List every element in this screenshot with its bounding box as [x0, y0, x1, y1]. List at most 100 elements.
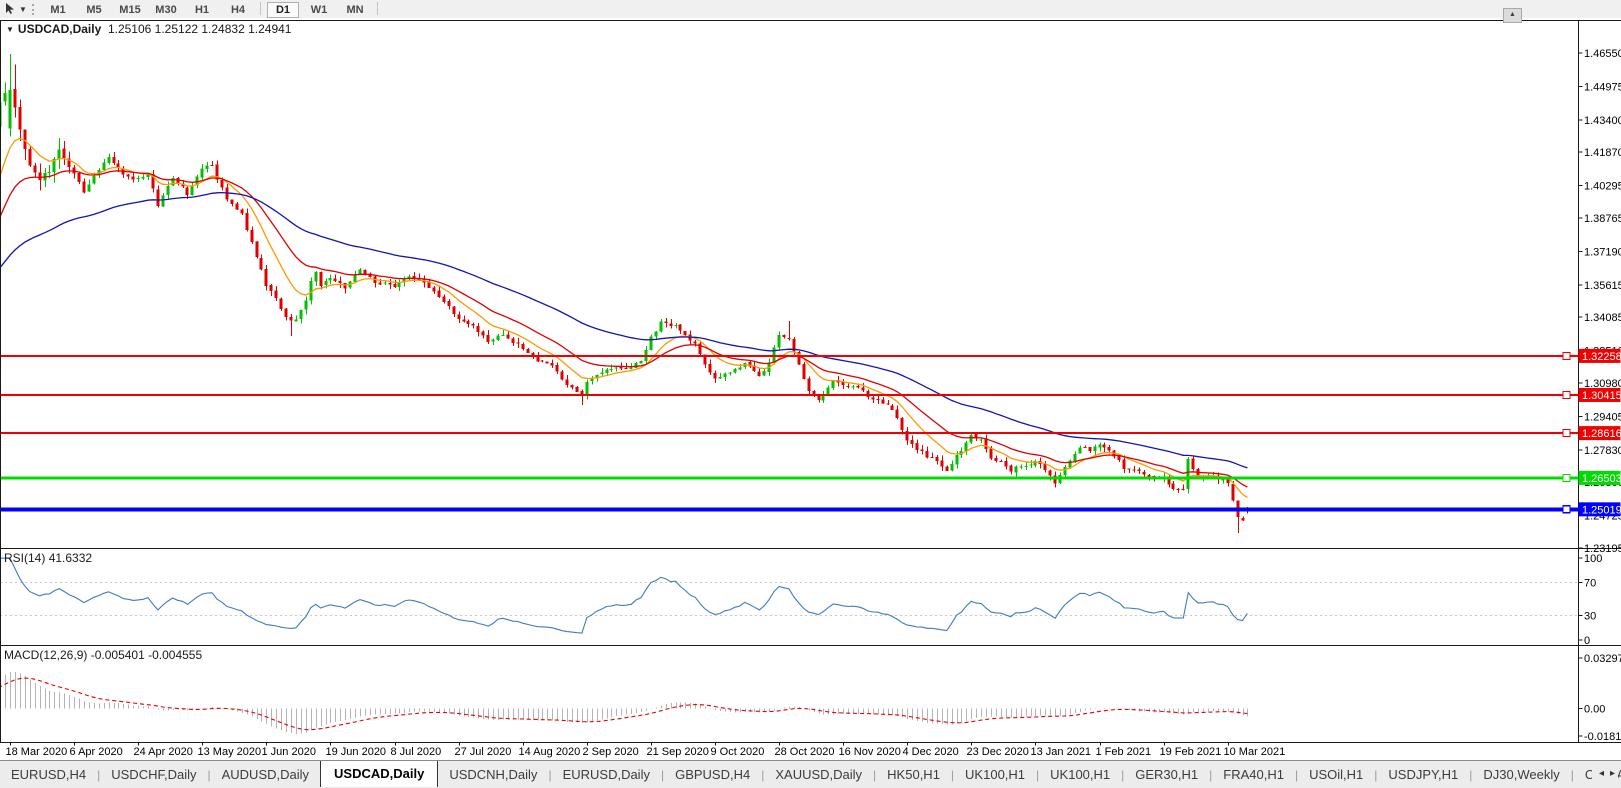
price-tags: 1.32258 1.30415 1.28616 1.26503 1.25019 — [1579, 349, 1621, 516]
timeframe-button-m15[interactable]: M15 — [114, 2, 146, 18]
date-tick-label: 19 Jun 2020 — [326, 746, 387, 758]
rsi-tick-label: 0 — [1584, 635, 1590, 647]
timeframe-button-w1[interactable]: W1 — [303, 2, 335, 18]
date-tick-label: 6 Apr 2020 — [70, 746, 123, 758]
chart-tab-usdcad-daily[interactable]: USDCAD,Daily — [320, 760, 438, 787]
collapse-triangle-icon[interactable]: ▼ — [6, 25, 14, 34]
price-tick-label: 1.40295 — [1584, 181, 1621, 193]
hline-handle-1.30415[interactable] — [1563, 391, 1570, 398]
chart-canvas[interactable]: 1.46550 1.44975 1.43400 1.41870 1.40295 1.387… — [0, 18, 1621, 760]
chart-tab-usoil-h1[interactable]: USOil,H1 — [1298, 762, 1374, 788]
date-tick-label: 28 Oct 2020 — [775, 746, 835, 758]
date-tick-label: 8 Jul 2020 — [391, 746, 442, 758]
macd-tick-label: 0.032972 — [1584, 653, 1621, 665]
chart-tab-ger30-h1[interactable]: GER30,H1 — [1124, 762, 1209, 788]
chart-tab-uk100-h1[interactable]: UK100,H1 — [1039, 762, 1121, 788]
price-tag-1.26503: 1.26503 — [1582, 473, 1621, 485]
toolbar-separator — [260, 2, 261, 15]
timeframe-button-m30[interactable]: M30 — [150, 2, 182, 18]
timeframe-button-mn[interactable]: MN — [339, 2, 371, 18]
chart-tabs-bar: EURUSD,H4|USDCHF,Daily|AUDUSD,DailyUSDCA… — [0, 760, 1621, 788]
hline-handle-1.26503[interactable] — [1563, 474, 1570, 481]
chart-tab-eurusd-daily[interactable]: EURUSD,Daily — [552, 762, 661, 788]
price-tick-label: 1.37190 — [1584, 246, 1621, 258]
date-tick-label: 4 Dec 2020 — [903, 746, 959, 758]
macd-indicator-label: MACD(12,26,9) -0.005401 -0.004555 — [4, 648, 202, 662]
toolbar-grip-handle[interactable] — [32, 4, 34, 15]
timeframe-button-h4[interactable]: H4 — [222, 2, 254, 18]
timeframe-button-d1[interactable]: D1 — [267, 2, 299, 18]
hline-handle-1.32258[interactable] — [1563, 352, 1570, 359]
cursor-arrow-icon — [5, 3, 16, 15]
horizontal-lines — [0, 352, 1579, 512]
rsi-name: RSI(14) — [4, 551, 45, 565]
timeframe-toolbar: ▼ M1M5M15M30H1H4 D1W1MN — [0, 0, 1621, 19]
date-tick-label: 13 Jan 2021 — [1031, 746, 1092, 758]
date-tick-label: 2 Sep 2020 — [583, 746, 639, 758]
chart-corner-button[interactable]: ▲ — [1503, 8, 1522, 23]
chart-tab-usdchf-daily[interactable]: USDCHF,Daily — [100, 762, 207, 788]
chart-tab-usdcnh-daily[interactable]: USDCNH,Daily — [438, 762, 548, 788]
price-tick-label: 1.38765 — [1584, 213, 1621, 225]
timeframe-button-m5[interactable]: M5 — [78, 2, 110, 18]
hline-handle-1.28616[interactable] — [1563, 430, 1570, 437]
price-tick-label: 1.43400 — [1584, 115, 1621, 127]
date-tick-label: 14 Aug 2020 — [519, 746, 581, 758]
price-tick-label: 1.46550 — [1584, 48, 1621, 60]
date-tick-label: 1 Jun 2020 — [262, 746, 316, 758]
chart-tab-audusd-daily[interactable]: AUDUSD,Daily — [211, 762, 320, 788]
candlestick-series — [0, 54, 1249, 533]
date-tick-label: 13 May 2020 — [198, 746, 262, 758]
price-tick-label: 1.29405 — [1584, 411, 1621, 423]
date-tick-label: 19 Feb 2021 — [1160, 746, 1222, 758]
date-tick-label: 16 Nov 2020 — [839, 746, 901, 758]
chart-tab-hk50-h1[interactable]: HK50,H1 — [876, 762, 951, 788]
chevron-down-icon[interactable]: ▼ — [18, 5, 28, 14]
rsi-line — [0, 558, 1247, 633]
rsi-axis[interactable]: 100 70 30 0 — [1579, 553, 1603, 647]
macd-axis[interactable]: 0.0329720.00-0.018154 — [1579, 653, 1621, 743]
chart-tab-uk100-h1[interactable]: UK100,H1 — [954, 762, 1036, 788]
price-tick-label: 1.41870 — [1584, 147, 1621, 159]
price-tag-1.30415: 1.30415 — [1582, 390, 1621, 402]
chart-window[interactable]: 1.46550 1.44975 1.43400 1.41870 1.40295 1.387… — [0, 18, 1621, 760]
rsi-tick-label: 100 — [1584, 553, 1602, 565]
chart-tab-dj30-weekly[interactable]: DJ30,Weekly — [1472, 762, 1570, 788]
tab-scroll-right-icon[interactable]: ▸ — [1610, 768, 1615, 779]
price-tick-label: 1.44975 — [1584, 81, 1621, 93]
macd-tick-label: 0.00 — [1584, 703, 1605, 715]
symbol-period-label: USDCAD,Daily — [18, 22, 101, 36]
price-tag-1.25019: 1.25019 — [1582, 504, 1621, 516]
chart-tab-xauusd-daily[interactable]: XAUUSD,Daily — [764, 762, 873, 788]
date-tick-label: 23 Dec 2020 — [967, 746, 1029, 758]
ma-21-line — [0, 171, 1247, 487]
price-tag-1.28616: 1.28616 — [1582, 428, 1621, 440]
date-tick-label: 9 Oct 2020 — [711, 746, 765, 758]
up-triangle-icon: ▲ — [1509, 11, 1516, 18]
date-axis[interactable]: 18 Mar 20206 Apr 202024 Apr 202013 May 2… — [6, 743, 1286, 759]
chart-tab-fra40-h1[interactable]: FRA40,H1 — [1212, 762, 1295, 788]
tab-scroll-left-icon[interactable]: ◂ — [1599, 768, 1604, 779]
rsi-current-value: 41.6332 — [49, 551, 92, 565]
price-tick-label: 1.34085 — [1584, 312, 1621, 324]
timeframe-button-m1[interactable]: M1 — [42, 2, 74, 18]
price-tick-label: 1.27830 — [1584, 445, 1621, 457]
tab-scroll-arrows: ◂▸ — [1592, 763, 1618, 781]
macd-current-values: -0.005401 -0.004555 — [91, 648, 202, 662]
macd-histogram — [0, 672, 1248, 734]
chart-tab-eurusd-h4[interactable]: EURUSD,H4 — [0, 762, 97, 788]
date-tick-label: 10 Mar 2021 — [1224, 746, 1286, 758]
rsi-tick-label: 30 — [1584, 610, 1596, 622]
macd-signal-line — [0, 678, 1247, 730]
chart-cursor-icon[interactable] — [2, 2, 18, 16]
rsi-tick-label: 70 — [1584, 578, 1596, 590]
timeframe-buttons-group: M1M5M15M30H1H4 D1W1MN — [40, 0, 382, 18]
price-tick-label: 1.35615 — [1584, 280, 1621, 292]
price-tag-1.32258: 1.32258 — [1582, 351, 1621, 363]
hline-handle-1.25019[interactable] — [1563, 506, 1570, 513]
chart-tab-gbpusd-h4[interactable]: GBPUSD,H4 — [664, 762, 761, 788]
chart-tabs: EURUSD,H4|USDCHF,Daily|AUDUSD,DailyUSDCA… — [0, 762, 1621, 788]
chart-tab-usdjpy-h1[interactable]: USDJPY,H1 — [1377, 762, 1469, 788]
timeframe-button-h1[interactable]: H1 — [186, 2, 218, 18]
ohlc-values: 1.25106 1.25122 1.24832 1.24941 — [108, 22, 292, 36]
